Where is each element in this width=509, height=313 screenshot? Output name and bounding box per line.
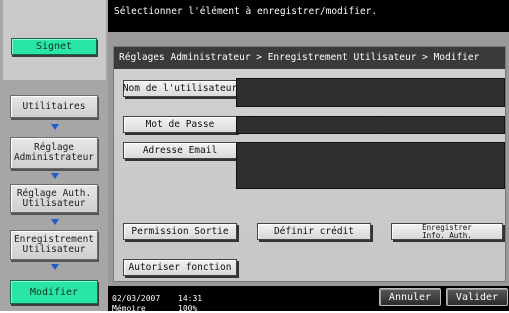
cancel-button[interactable]: Annuler <box>379 288 441 306</box>
password-label: Mot de Passe <box>145 119 215 130</box>
username-field[interactable] <box>236 78 505 107</box>
current-step-modifier: Modifier <box>10 280 98 304</box>
current-step-label: Modifier <box>29 286 79 298</box>
autoriser-fonction-button[interactable]: Autoriser fonction <box>123 259 237 276</box>
sidebar-item-label-line2: Utilisateur <box>22 244 86 255</box>
email-field[interactable] <box>236 142 505 189</box>
signet-button[interactable]: Signet <box>11 38 97 55</box>
sidebar-item-label-line2: Administrateur <box>13 152 95 163</box>
enregistrer-info-auth-button[interactable]: Enregistrer Info. Auth. <box>391 223 503 240</box>
sidebar-item-reglage-administrateur[interactable]: Réglage Administrateur <box>10 137 98 169</box>
username-label: Nom de l'utilisateur <box>122 83 238 94</box>
sidebar-item-label-line1: Réglage Auth. <box>16 187 92 199</box>
validate-label: Valider <box>455 291 499 303</box>
sidebar-item-label-line2: Utilisateur <box>22 197 86 209</box>
arrow-down-icon <box>51 124 59 130</box>
sidebar-item-label: Utilitaires <box>22 100 86 112</box>
password-button[interactable]: Mot de Passe <box>123 116 237 133</box>
instruction-text: Sélectionner l'élément à enregistrer/mod… <box>114 6 378 17</box>
cancel-label: Annuler <box>388 291 432 303</box>
username-button[interactable]: Nom de l'utilisateur <box>123 80 237 97</box>
instruction-bar: Sélectionner l'élément à enregistrer/mod… <box>108 0 509 32</box>
arrow-down-icon <box>51 219 59 225</box>
definir-credit-button[interactable]: Définir crédit <box>257 223 371 240</box>
permission-sortie-button[interactable]: Permission Sortie <box>123 223 237 240</box>
sidebar: Signet Utilitaires Réglage Administrateu… <box>0 0 108 311</box>
memory-label: Mémoire <box>112 304 146 313</box>
password-field[interactable] <box>236 116 505 134</box>
sidebar-item-reglage-auth-utilisateur[interactable]: Réglage Auth. Utilisateur <box>10 184 98 213</box>
permission-sortie-label: Permission Sortie <box>131 225 229 237</box>
validate-button[interactable]: Valider <box>446 288 508 306</box>
breadcrumb-text: Réglages Administrateur > Enregistrement… <box>119 52 480 63</box>
edit-user-panel: Réglages Administrateur > Enregistrement… <box>113 46 506 282</box>
definir-credit-label: Définir crédit <box>273 225 355 237</box>
enregistrer-info-auth-line2: Info. Auth. <box>422 230 472 240</box>
breadcrumb: Réglages Administrateur > Enregistrement… <box>114 47 505 69</box>
email-label: Adresse Email <box>142 145 218 156</box>
status-time: 14:31 <box>178 294 203 303</box>
arrow-down-icon <box>51 264 59 270</box>
sidebar-item-enregistrement-utilisateur[interactable]: Enregistrement Utilisateur <box>10 230 98 260</box>
email-button[interactable]: Adresse Email <box>123 142 237 159</box>
memory-value: 100% <box>178 304 198 313</box>
arrow-down-icon <box>51 173 59 179</box>
autoriser-fonction-label: Autoriser fonction <box>128 261 232 273</box>
status-bar: 02/03/2007 14:31 Mémoire 100% Annuler Va… <box>108 286 509 313</box>
status-date: 02/03/2007 <box>112 294 161 303</box>
signet-label: Signet <box>35 41 73 52</box>
sidebar-item-utilitaires[interactable]: Utilitaires <box>10 95 98 118</box>
